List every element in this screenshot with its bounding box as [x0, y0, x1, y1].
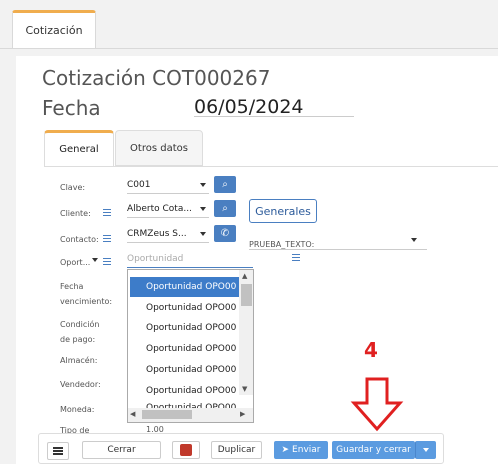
dropdown-option[interactable]: Oportunidad OPO00	[130, 318, 240, 338]
dropdown-option[interactable]: Oportunidad OPO00	[130, 298, 240, 318]
enviar-button[interactable]: ➤ Enviar	[274, 441, 328, 459]
cliente-menu-icon[interactable]	[103, 209, 111, 216]
cerrar-button[interactable]: Cerrar	[82, 441, 161, 459]
oportunidad-label: Oport...	[60, 258, 91, 267]
arrow-down-icon	[350, 377, 404, 432]
chevron-down-icon	[200, 232, 206, 236]
vendedor-label: Vendedor:	[60, 380, 101, 389]
dropdown-option[interactable]: Oportunidad OPO00	[130, 381, 240, 401]
phone-icon: ✆	[220, 228, 230, 239]
prueba-texto-menu-icon[interactable]	[292, 254, 300, 261]
oportunidad-input[interactable]: Oportunidad	[127, 251, 253, 268]
guardar-options-button[interactable]	[415, 441, 436, 459]
tab-divider	[44, 166, 498, 167]
dropdown-vertical-thumb[interactable]	[241, 284, 252, 306]
condicion-pago-label: Condición de pago:	[60, 320, 100, 344]
prueba-texto-select[interactable]	[249, 249, 427, 250]
scroll-up-arrow-icon[interactable]: ▲	[242, 272, 247, 280]
cliente-search-button[interactable]: ⌕	[214, 200, 236, 217]
chevron-down-icon	[200, 183, 206, 187]
dropdown-option[interactable]: Oportunidad OPO00	[130, 339, 240, 359]
dropdown-option[interactable]: Oportunidad OPO00	[130, 277, 240, 297]
chevron-down-icon[interactable]	[92, 258, 98, 262]
fecha-vencimiento-label: Fecha vencimiento:	[60, 282, 113, 306]
page-title: Cotización COT000267	[42, 66, 271, 90]
pdf-button[interactable]	[172, 441, 200, 459]
menu-button[interactable]	[47, 442, 69, 460]
moneda-label: Moneda:	[60, 405, 95, 414]
dropdown-option[interactable]: Oportunidad OPO00	[130, 360, 240, 380]
hamburger-icon	[53, 447, 63, 455]
search-icon: ⌕	[222, 179, 228, 190]
fecha-underline	[194, 116, 354, 117]
search-icon: ⌕	[222, 203, 228, 214]
clave-select[interactable]: C001	[127, 176, 209, 194]
chevron-down-icon	[411, 238, 417, 242]
guardar-cerrar-button[interactable]: Guardar y cerrar	[332, 441, 415, 459]
contacto-label: Contacto:	[60, 235, 99, 244]
dropdown-horizontal-thumb[interactable]	[142, 410, 192, 419]
oportunidad-dropdown[interactable]: Oportunidad OPO00 Oportunidad OPO00 Opor…	[127, 269, 254, 423]
pdf-icon	[180, 444, 192, 456]
contacto-select[interactable]: CRMZeus S...	[127, 225, 209, 243]
almacen-label: Almacén:	[60, 356, 98, 365]
contacto-phone-button[interactable]: ✆	[214, 225, 236, 242]
cliente-select[interactable]: Alberto Cota...	[127, 200, 209, 218]
chevron-down-icon	[422, 448, 429, 452]
scroll-down-arrow-icon[interactable]: ▼	[242, 385, 247, 393]
scroll-right-arrow-icon[interactable]: ▶	[240, 410, 245, 418]
clave-label: Clave:	[60, 183, 86, 192]
clave-search-button[interactable]: ⌕	[214, 176, 236, 193]
scroll-left-arrow-icon[interactable]: ◀	[130, 410, 135, 418]
generales-button[interactable]: Generales	[249, 199, 317, 223]
duplicar-button[interactable]: Duplicar	[211, 441, 262, 459]
oportunidad-menu-icon[interactable]	[103, 258, 111, 265]
contacto-menu-icon[interactable]	[103, 235, 111, 242]
tab-general[interactable]: General	[44, 130, 114, 166]
fecha-label: Fecha	[42, 96, 101, 120]
chevron-down-icon	[200, 207, 206, 211]
tab-otros-datos[interactable]: Otros datos	[115, 130, 203, 166]
cliente-label: Cliente:	[60, 209, 91, 218]
fecha-value[interactable]: 06/05/2024	[194, 96, 304, 118]
send-icon: ➤	[281, 445, 290, 455]
tab-cotizacion[interactable]: Cotización	[12, 10, 96, 48]
annotation-number: 4	[364, 338, 378, 362]
